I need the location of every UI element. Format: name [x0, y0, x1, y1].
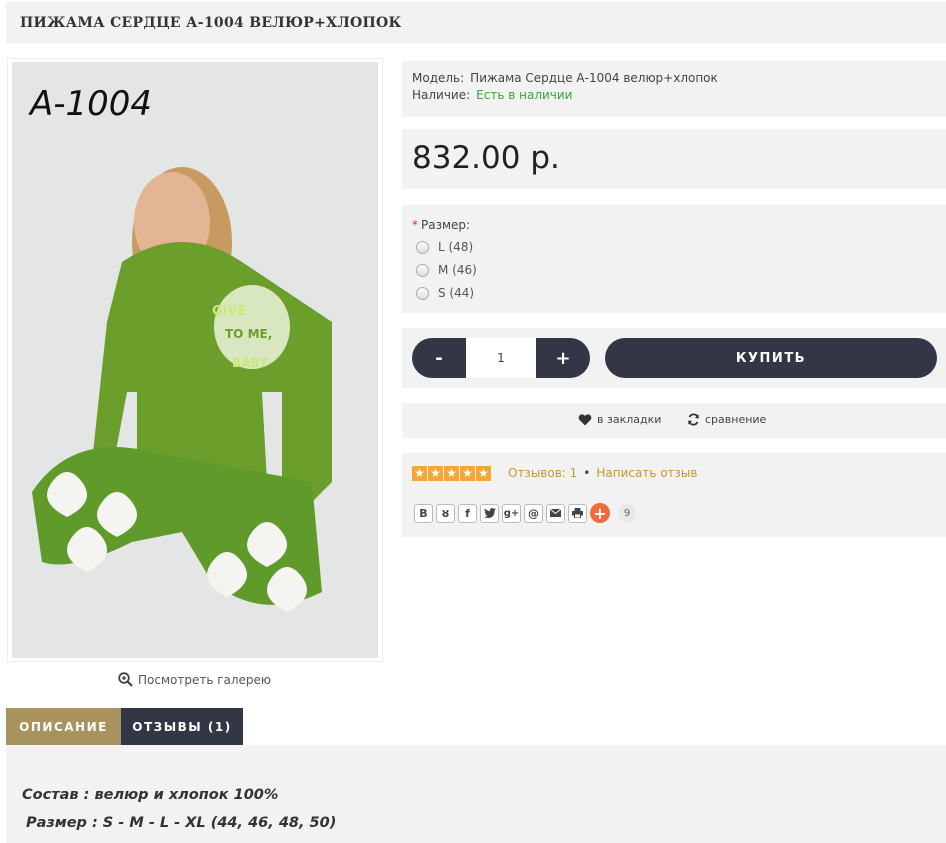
size-option-l[interactable]: L (48): [416, 240, 473, 254]
model-label: Модель:: [412, 71, 465, 85]
odnoklassniki-share-icon[interactable]: ȣ: [436, 503, 455, 523]
quantity-decrease-button[interactable]: -: [412, 338, 466, 378]
tab-reviews[interactable]: ОТЗЫВЫ (1): [121, 708, 243, 745]
compare-link[interactable]: сравнение: [687, 413, 766, 426]
size-radio-m[interactable]: [416, 263, 429, 277]
google-plus-share-icon[interactable]: g+: [502, 503, 521, 523]
size-option-label: L (48): [438, 240, 474, 254]
view-gallery-label: Посмотреть галерею: [138, 672, 272, 687]
size-option-label: S (44): [438, 286, 475, 300]
share-buttons: В ȣ f g+ @ + 9: [414, 503, 636, 523]
quantity-increase-button[interactable]: +: [536, 338, 590, 378]
quantity-input[interactable]: 1: [466, 338, 536, 378]
facebook-share-icon[interactable]: f: [458, 503, 477, 523]
size-option-label: M (46): [438, 263, 477, 277]
reviews-count-link[interactable]: Отзывов: 1: [508, 466, 577, 480]
zoom-icon: [118, 672, 133, 687]
product-info-box: Модель: Пижама Сердце А-1004 велюр+хлопок…: [402, 61, 946, 117]
product-price: 832.00 р.: [412, 140, 560, 176]
product-photo-illustration: GIVE TO ME, BABY: [12, 62, 378, 658]
mailru-share-icon[interactable]: @: [524, 503, 543, 523]
photo-print-1: GIVE: [212, 304, 246, 319]
size-radio-l[interactable]: [416, 240, 429, 254]
share-count: 9: [618, 504, 636, 522]
stock-label: Наличие:: [412, 88, 471, 102]
print-icon[interactable]: [568, 503, 587, 523]
product-tabs: ОПИСАНИЕ ОТЗЫВЫ (1): [6, 708, 243, 745]
size-option-m[interactable]: M (46): [416, 263, 477, 277]
star-icon: ★: [476, 466, 491, 481]
rating-share-box: ★ ★ ★ ★ ★ Отзывов: 1 • Написать отзыв В ȣ …: [402, 453, 946, 537]
size-radio-s[interactable]: [416, 286, 429, 300]
model-row: Модель: Пижама Сердце А-1004 велюр+хлопок: [412, 71, 718, 85]
wishlist-link[interactable]: в закладки: [578, 413, 661, 426]
size-label-text: Размер:: [421, 218, 471, 232]
rating-stars: ★ ★ ★ ★ ★: [412, 466, 491, 481]
heart-icon: [578, 413, 592, 425]
size-options-box: * Размер: L (48) M (46) S (44): [402, 205, 946, 313]
tab-description[interactable]: ОПИСАНИЕ: [6, 708, 121, 745]
reviews-line: Отзывов: 1 • Написать отзыв: [508, 466, 697, 480]
size-label: * Размер:: [412, 218, 470, 232]
star-icon: ★: [460, 466, 475, 481]
description-panel: Состав : велюр и хлопок 100% Размер : S …: [6, 745, 946, 843]
photo-print-3: BABY: [232, 356, 268, 370]
page-title: ПИЖАМА СЕРДЦЕ А-1004 ВЕЛЮР+ХЛОПОК: [20, 15, 402, 31]
star-icon: ★: [412, 466, 427, 481]
view-gallery-link[interactable]: Посмотреть галерею: [118, 672, 271, 687]
email-share-icon[interactable]: [546, 503, 565, 523]
photo-model-code: A-1004: [30, 84, 153, 124]
price-box: 832.00 р.: [402, 129, 946, 189]
photo-print-2: TO ME,: [225, 327, 272, 341]
model-value: Пижама Сердце А-1004 велюр+хлопок: [470, 71, 718, 85]
compare-label: сравнение: [705, 413, 767, 426]
product-image-frame[interactable]: GIVE TO ME, BABY A-1004: [7, 58, 383, 662]
description-composition: Состав : велюр и хлопок 100%: [22, 787, 279, 803]
stock-status: Есть в наличии: [476, 88, 573, 102]
star-icon: ★: [428, 466, 443, 481]
product-title-bar: ПИЖАМА СЕРДЦЕ А-1004 ВЕЛЮР+ХЛОПОК: [6, 2, 946, 43]
product-image[interactable]: GIVE TO ME, BABY A-1004: [12, 62, 378, 658]
size-option-s[interactable]: S (44): [416, 286, 474, 300]
wishlist-compare-box: в закладки сравнение: [402, 403, 946, 438]
more-share-icon[interactable]: +: [590, 503, 610, 523]
refresh-icon: [688, 413, 699, 426]
vk-share-icon[interactable]: В: [414, 503, 433, 523]
description-sizes: Размер : S - M - L - XL (44, 46, 48, 50): [26, 815, 337, 831]
add-to-cart-box: - 1 + КУПИТЬ: [402, 328, 946, 388]
reviews-separator: •: [583, 466, 591, 480]
buy-button[interactable]: КУПИТЬ: [605, 338, 937, 378]
required-asterisk: *: [412, 218, 418, 232]
stock-row: Наличие: Есть в наличии: [412, 88, 572, 102]
star-icon: ★: [444, 466, 459, 481]
write-review-link[interactable]: Написать отзыв: [596, 466, 697, 480]
wishlist-label: в закладки: [597, 413, 662, 426]
twitter-share-icon[interactable]: [480, 503, 499, 523]
